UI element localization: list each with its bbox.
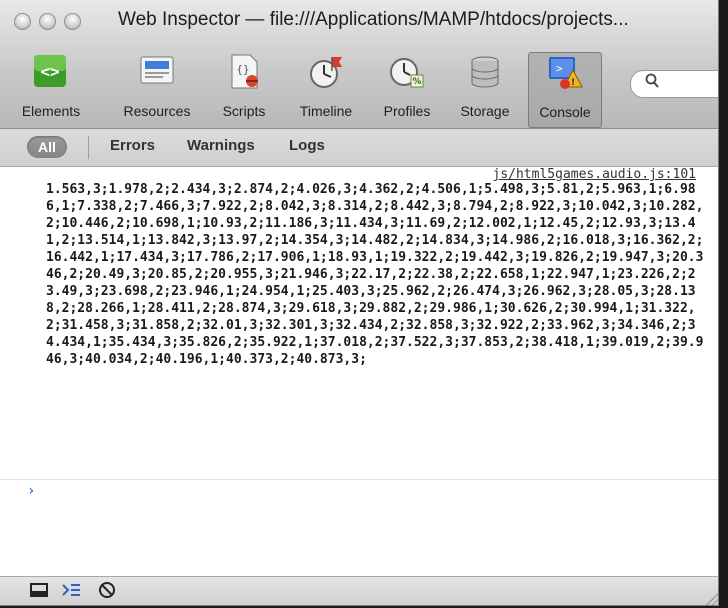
tab-timeline[interactable]: Timeline — [286, 52, 366, 126]
resize-grip[interactable] — [704, 593, 718, 605]
search-icon — [645, 73, 659, 93]
tab-elements-label: Elements — [21, 103, 81, 119]
tab-profiles[interactable]: % Profiles — [372, 52, 442, 126]
console-filter-bar: All Errors Warnings Logs — [0, 129, 718, 167]
dock-icon — [30, 582, 48, 603]
console-output: js/html5games.audio.js:101 1.563,3;1.978… — [0, 167, 718, 575]
profiles-icon: % — [386, 52, 428, 92]
console-toggle-icon — [61, 582, 81, 603]
clear-icon — [98, 581, 116, 604]
clear-console-button[interactable] — [92, 580, 122, 604]
svg-text:<>: <> — [40, 62, 59, 81]
tab-resources[interactable]: Resources — [112, 52, 202, 126]
svg-text:%: % — [412, 77, 421, 87]
tab-elements[interactable]: <> Elements — [2, 52, 100, 126]
zoom-window-button[interactable] — [64, 13, 81, 30]
window-title: Web Inspector — file:///Applications/MAM… — [118, 9, 629, 30]
tab-resources-label: Resources — [123, 103, 191, 119]
timeline-icon — [305, 52, 347, 92]
panel-toolbar: <> Elements Resources {} Scripts Timelin… — [0, 52, 718, 128]
tab-console-label: Console — [539, 104, 591, 120]
search-field[interactable] — [630, 70, 718, 98]
console-prompt[interactable]: › — [27, 483, 35, 499]
tab-storage[interactable]: Storage — [450, 52, 520, 126]
minimize-window-button[interactable] — [39, 13, 56, 30]
resources-icon — [136, 52, 178, 92]
message-divider — [0, 479, 718, 480]
window-controls — [14, 13, 81, 30]
filter-warnings[interactable]: Warnings — [187, 137, 255, 154]
console-message: 1.563,3;1.978,2;2.434,3;2.874,2;4.026,3;… — [46, 182, 704, 367]
filter-errors[interactable]: Errors — [110, 137, 155, 154]
console-icon: > ! — [544, 53, 586, 93]
filter-logs[interactable]: Logs — [289, 137, 325, 154]
tab-profiles-label: Profiles — [383, 103, 431, 119]
show-console-button[interactable] — [56, 580, 86, 604]
svg-text:!: ! — [571, 78, 575, 88]
web-inspector-window: Web Inspector — file:///Applications/MAM… — [0, 0, 719, 606]
elements-icon: <> — [30, 52, 72, 92]
status-bar — [0, 576, 718, 605]
source-link[interactable]: js/html5games.audio.js:101 — [493, 167, 697, 182]
scripts-icon: {} — [223, 52, 265, 92]
storage-icon — [464, 52, 506, 92]
tab-console[interactable]: > ! Console — [528, 52, 602, 128]
svg-text:{}: {} — [236, 63, 249, 76]
tab-scripts[interactable]: {} Scripts — [211, 52, 277, 126]
tab-timeline-label: Timeline — [299, 103, 353, 119]
filter-divider — [88, 136, 89, 159]
close-window-button[interactable] — [14, 13, 31, 30]
dock-toggle-button[interactable] — [24, 580, 54, 604]
tab-storage-label: Storage — [460, 103, 510, 119]
filter-all[interactable]: All — [27, 136, 67, 158]
svg-text:>: > — [556, 62, 563, 75]
title-bar: Web Inspector — file:///Applications/MAM… — [0, 0, 718, 129]
tab-scripts-label: Scripts — [222, 103, 266, 119]
